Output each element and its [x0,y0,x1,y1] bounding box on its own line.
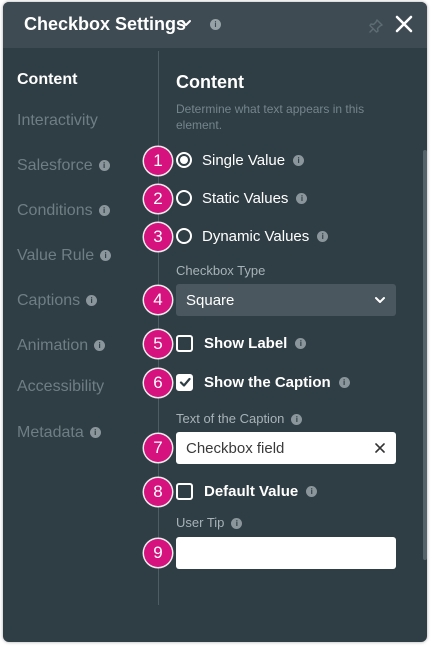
radio-button[interactable] [176,190,192,206]
step-badge-8: 8 [144,478,172,506]
radio-label: Single Value [202,151,286,169]
caption-text-label-text: Text of the Caption [176,411,285,426]
caption-text-value: Checkbox field [186,439,285,457]
checkbox-label: Show Label [204,334,288,352]
nav-item-label: Salesforce [17,157,93,174]
nav-item-label: Animation [17,337,89,354]
user-tip-label: User Tip i [176,515,243,530]
step-badge-5: 5 [144,330,172,358]
nav-item-label: Conditions [17,202,93,219]
radio-label: Static Values [202,189,289,207]
nav-item-animation[interactable]: Animation i [17,337,106,355]
default-value-checkbox[interactable]: Default Value i [176,481,318,501]
radio-selected-dot [180,156,188,164]
nav-item-interactivity[interactable]: Interactivity [17,112,98,130]
nav-item-accessibility[interactable]: Accessibility [17,378,104,396]
nav-item-label: Metadata [17,424,84,441]
info-icon: i [296,192,308,204]
nav-item-metadata[interactable]: Metadata i [17,424,101,442]
info-icon: i [100,250,112,262]
nav-item-conditions[interactable]: Conditions i [17,202,110,220]
title-info-icon[interactable]: i [210,19,221,30]
info-icon: i [98,205,110,217]
info-icon: i [293,154,305,166]
radio-dynamic-values[interactable]: Dynamic Values i [176,226,329,246]
checkbox-type-select[interactable]: Square [176,284,396,316]
checkbox[interactable] [176,373,193,391]
close-icon[interactable] [394,14,414,34]
user-tip-input[interactable] [176,537,396,569]
step-badge-1: 1 [144,147,172,175]
checkbox-label: Default Value [204,482,299,500]
info-icon: i [89,427,101,439]
nav-item-label: Interactivity [17,112,98,129]
nav-item-label: Accessibility [17,378,105,395]
info-icon: i [317,230,329,242]
clear-icon[interactable] [374,442,386,454]
chevron-down-icon [375,297,385,303]
checkbox[interactable] [176,482,193,500]
checkbox-label: Show the Caption [204,373,331,391]
nav-item-label: Value Rule [17,247,95,264]
info-icon: i [94,340,106,352]
nav-item-label: Captions [17,292,81,309]
user-tip-label-text: User Tip [176,515,225,530]
info-icon: i [291,414,303,426]
step-badge-3: 3 [144,223,172,251]
show-label-checkbox[interactable]: Show Label i [176,333,307,353]
step-badge-4: 4 [144,286,172,314]
nav-item-captions[interactable]: Captions i [17,292,98,310]
info-icon: i [86,295,98,307]
scrollbar[interactable] [423,150,427,560]
content-heading: Content [176,72,244,92]
nav-divider [158,51,159,605]
nav-item-label: Content [17,71,78,88]
radio-single-value[interactable]: Single Value i [176,150,305,170]
info-icon: i [231,518,243,530]
panel-header: Checkbox Settings i [3,2,427,48]
panel-title: Checkbox Settings [24,14,187,34]
nav-item-value-rule[interactable]: Value Rule i [17,247,112,265]
pin-icon[interactable] [368,18,384,34]
content-description: Determine what text appears in this elem… [176,102,365,132]
checkmark-icon [179,377,191,387]
checkbox-type-label: Checkbox Type [176,263,266,278]
radio-button[interactable] [176,228,192,244]
nav-item-salesforce[interactable]: Salesforce i [17,157,110,175]
step-badge-2: 2 [144,185,172,213]
step-badge-9: 9 [144,539,172,567]
nav-item-content[interactable]: Content [17,71,77,89]
info-icon: i [306,485,318,497]
caption-text-input[interactable]: Checkbox field [176,432,396,464]
checkbox[interactable] [176,334,193,352]
info-icon: i [338,376,350,388]
radio-label: Dynamic Values [202,227,310,245]
chevron-down-icon[interactable] [180,17,192,29]
checkbox-settings-panel: Checkbox Settings i Content Interactivit… [3,2,427,642]
radio-button[interactable] [176,152,192,168]
radio-static-values[interactable]: Static Values i [176,188,308,208]
checkbox-type-value: Square [186,291,235,309]
info-icon: i [98,160,110,172]
show-caption-checkbox[interactable]: Show the Caption i [176,372,350,392]
info-icon: i [295,337,307,349]
step-badge-7: 7 [144,434,172,462]
caption-text-label: Text of the Caption i [176,411,303,426]
step-badge-6: 6 [144,369,172,397]
